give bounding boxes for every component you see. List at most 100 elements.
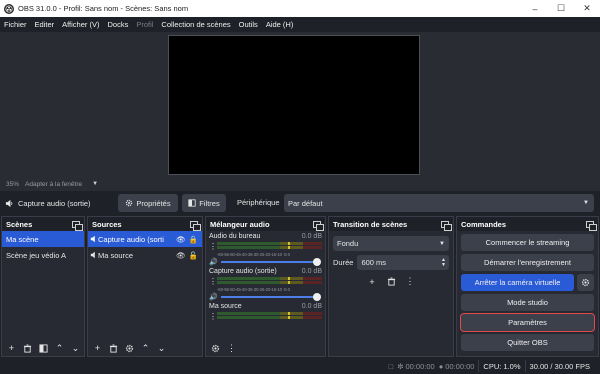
settings-button[interactable]: Paramètres xyxy=(460,313,595,332)
speaker-icon xyxy=(5,199,13,207)
more-options-icon[interactable]: ⋮ xyxy=(225,342,238,355)
sources-dock: Sources Capture audio (sorti 👁 🔒 Ma sour… xyxy=(87,216,203,357)
stop-virtual-camera-button[interactable]: Arrêter la caméra virtuelle xyxy=(461,274,574,291)
gear-icon xyxy=(581,278,590,287)
duration-input[interactable]: 600 ms ▲ ▼ xyxy=(357,255,449,270)
menu-bar: Fichier Editer Afficher (V) Docks Profil… xyxy=(0,17,600,32)
undock-icon[interactable] xyxy=(586,220,597,231)
add-icon[interactable]: + xyxy=(91,342,104,355)
mixer-channel: Audio du bureau 0.0 dB ⋮ -60-55-50-45-40-… xyxy=(209,233,322,266)
undock-icon[interactable] xyxy=(190,220,201,231)
scene-filters-icon[interactable] xyxy=(37,342,50,355)
gear-icon[interactable] xyxy=(209,342,222,355)
gear-icon[interactable] xyxy=(123,342,136,355)
preview-canvas[interactable] xyxy=(168,35,420,175)
scenes-title: Scènes xyxy=(6,219,33,229)
lock-icon[interactable]: 🔓 xyxy=(189,251,198,260)
add-icon[interactable]: + xyxy=(366,275,379,288)
speaker-icon xyxy=(90,235,95,243)
spin-arrows-icon[interactable]: ▲ ▼ xyxy=(441,257,446,268)
source-item[interactable]: Capture audio (sorti 👁 🔒 xyxy=(88,231,202,247)
preview-area xyxy=(0,32,600,177)
properties-button[interactable]: Propriétés xyxy=(118,194,178,212)
chevron-down-icon[interactable]: ⌄ xyxy=(155,342,168,355)
source-toolbar: Capture audio (sortie) Propriétés Filtre… xyxy=(0,192,600,214)
cpu-usage: CPU: 1.0% xyxy=(483,361,521,371)
gear-icon xyxy=(126,199,133,207)
stream-time: ✼ 00:00:00 xyxy=(397,361,435,371)
mixer-channel: Ma source 0.0 dB ⋮ xyxy=(209,303,322,321)
lock-icon[interactable]: 🔒 xyxy=(189,235,198,244)
start-streaming-button[interactable]: Commencer le streaming xyxy=(461,234,594,251)
fps-readout: 30.00 / 30.00 FPS xyxy=(529,361,590,371)
filter-icon xyxy=(188,199,196,207)
scene-item[interactable]: Scène jeu védio A xyxy=(2,247,84,263)
filters-button[interactable]: Filtres xyxy=(182,194,226,212)
device-label: Périphérique xyxy=(237,198,280,207)
record-icon: ● xyxy=(438,361,444,371)
zoom-bar: 35% Adapter à la fenêtre ▼ xyxy=(0,177,600,191)
transition-select[interactable]: Fondu ▼ xyxy=(333,236,449,251)
more-options-icon[interactable]: ⋮ xyxy=(404,275,417,288)
menu-docks[interactable]: Docks xyxy=(103,20,132,29)
obs-logo-icon xyxy=(4,3,14,14)
volume-meter xyxy=(217,277,322,286)
volume-slider[interactable] xyxy=(220,258,321,266)
menu-help[interactable]: Aide (H) xyxy=(262,20,298,29)
broadcast-icon: ✼ xyxy=(397,361,404,371)
scene-item[interactable]: Ma scène xyxy=(2,231,84,247)
device-select[interactable]: Par défaut ▼ xyxy=(284,194,594,212)
start-recording-button[interactable]: Démarrer l'enregistrement xyxy=(461,254,594,271)
studio-mode-button[interactable]: Mode studio xyxy=(461,294,594,311)
menu-view[interactable]: Afficher (V) xyxy=(58,20,103,29)
chevron-up-icon[interactable]: ⌃ xyxy=(139,342,152,355)
title-bar: OBS 31.0.0 - Profil: Sans nom - Scènes: … xyxy=(0,0,600,17)
record-time: ● 00:00:00 xyxy=(438,361,475,371)
chevron-down-icon[interactable]: ⌄ xyxy=(69,342,82,355)
add-icon[interactable]: + xyxy=(5,342,18,355)
menu-file[interactable]: Fichier xyxy=(0,20,31,29)
commands-dock: Commandes Commencer le streaming Démarre… xyxy=(456,216,599,357)
chevron-up-icon[interactable]: ⌃ xyxy=(53,342,66,355)
mixer-channel: Capture audio (sortie) 0.0 dB ⋮ -60-55-50… xyxy=(209,268,322,301)
volume-meter xyxy=(217,242,322,251)
trash-icon[interactable] xyxy=(21,342,34,355)
duration-label: Durée xyxy=(333,258,354,267)
menu-scene-collection[interactable]: Collection de scènes xyxy=(157,20,234,29)
zoom-percent: 35% xyxy=(6,180,20,188)
quit-button[interactable]: Quitter OBS xyxy=(461,334,594,351)
eye-icon[interactable]: 👁 xyxy=(176,235,186,244)
menu-edit[interactable]: Editer xyxy=(31,20,59,29)
network-icon: □ xyxy=(388,361,394,371)
sources-title: Sources xyxy=(92,219,122,229)
virtual-camera-settings-button[interactable] xyxy=(577,274,594,291)
maximize-icon[interactable]: ☐ xyxy=(548,0,574,17)
menu-profile[interactable]: Profil xyxy=(132,20,157,29)
zoom-fit-label[interactable]: Adapter à la fenêtre xyxy=(25,181,82,188)
eye-icon[interactable]: 👁 xyxy=(176,251,186,260)
undock-icon[interactable] xyxy=(441,220,452,231)
speaker-icon[interactable]: 🔊 xyxy=(209,293,218,301)
undock-icon[interactable] xyxy=(72,220,83,231)
undock-icon[interactable] xyxy=(313,220,324,231)
trash-icon[interactable] xyxy=(107,342,120,355)
selected-source: Capture audio (sortie) xyxy=(5,199,91,208)
more-options-icon[interactable]: ⋮ xyxy=(209,277,217,285)
trash-icon[interactable] xyxy=(385,275,398,288)
chevron-down-icon: ▼ xyxy=(583,200,589,206)
menu-tools[interactable]: Outils xyxy=(235,20,262,29)
more-options-icon[interactable]: ⋮ xyxy=(209,312,217,320)
close-icon[interactable]: ✕ xyxy=(574,0,600,17)
more-options-icon[interactable]: ⋮ xyxy=(209,242,217,250)
audio-mixer-dock: Mélangeur audio Audio du bureau 0.0 dB ⋮ … xyxy=(205,216,326,357)
commands-title: Commandes xyxy=(461,219,507,229)
minimize-icon[interactable]: – xyxy=(522,0,548,17)
source-name: Capture audio (sortie) xyxy=(18,198,91,208)
speaker-icon xyxy=(90,251,95,259)
chevron-down-icon[interactable]: ▼ xyxy=(92,181,98,187)
source-item[interactable]: Ma source 👁 🔓 xyxy=(88,247,202,263)
transitions-dock: Transition de scènes Fondu ▼ Durée 600 m… xyxy=(328,216,454,357)
volume-slider[interactable] xyxy=(220,293,321,301)
mixer-title: Mélangeur audio xyxy=(210,219,270,229)
speaker-icon[interactable]: 🔊 xyxy=(209,258,218,266)
